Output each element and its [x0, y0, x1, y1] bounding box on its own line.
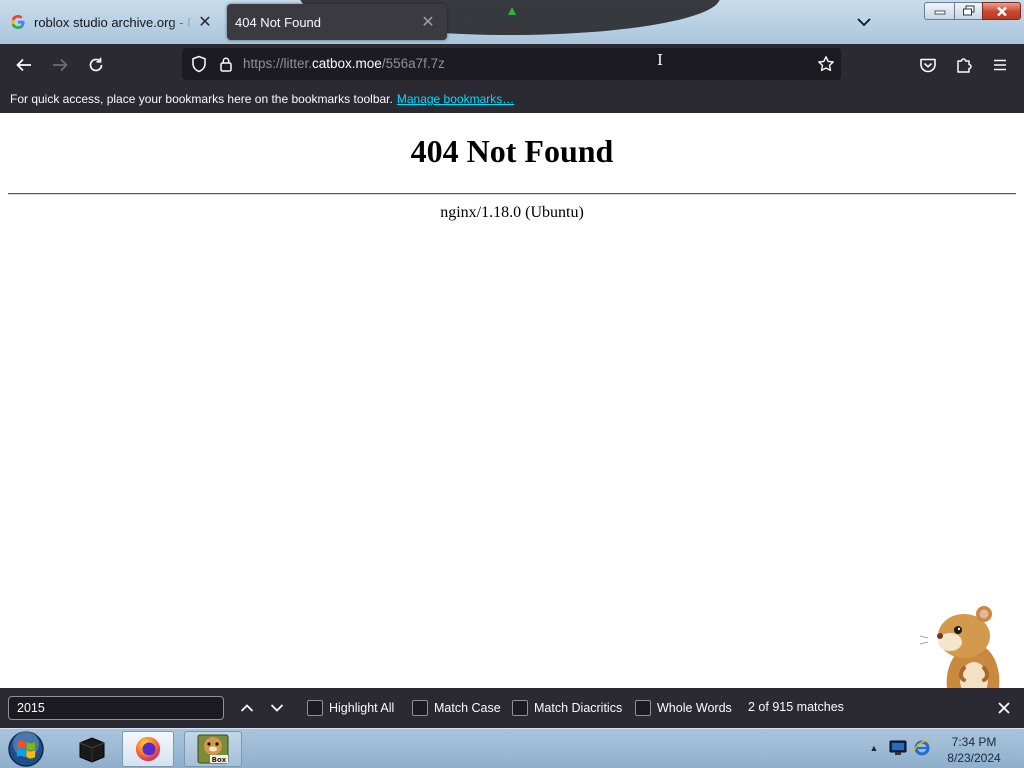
taskbar: Box ▲ 7:34 PM 8/23/2024 [0, 728, 1024, 768]
command-prompt-icon [79, 737, 105, 763]
whole-words-label: Whole Words [657, 701, 732, 715]
clock-date: 8/23/2024 [947, 751, 1001, 765]
lock-icon[interactable] [215, 53, 237, 75]
navigation-toolbar: https://litter.catbox.moe/556a7f.7z [0, 44, 1024, 85]
checkbox-box[interactable] [307, 700, 323, 716]
find-next-button[interactable] [264, 696, 290, 720]
clock-time: 7:34 PM [951, 735, 997, 749]
taskbar-firefox[interactable] [122, 731, 174, 767]
close-icon [996, 6, 1007, 16]
checkbox-box[interactable] [512, 700, 528, 716]
manage-bookmarks-link[interactable]: Manage bookmarks… [397, 92, 514, 106]
back-button[interactable] [9, 50, 39, 80]
save-to-pocket-button[interactable] [913, 50, 943, 80]
hamburger-menu-icon [994, 59, 1006, 71]
whole-words-checkbox[interactable]: Whole Words [635, 698, 732, 718]
address-bar[interactable]: https://litter.catbox.moe/556a7f.7z [182, 48, 841, 80]
arrow-left-icon [16, 58, 31, 72]
tab-close-icon[interactable]: ✕ [417, 11, 439, 33]
google-g-icon [10, 14, 26, 30]
match-diacritics-label: Match Diacritics [534, 701, 623, 715]
list-all-tabs-button[interactable] [852, 10, 876, 34]
puzzle-piece-icon [957, 58, 972, 73]
tab-title: 404 Not Found [235, 14, 322, 30]
forward-button[interactable] [45, 50, 75, 80]
chevron-down-icon [270, 704, 284, 712]
network-monitor-icon[interactable] [889, 740, 907, 756]
tab-strip: ▲ roblox studio archive.org - Пои ✕ 404 … [0, 0, 1024, 44]
tab-close-icon[interactable]: ✕ [194, 11, 216, 33]
url-text[interactable]: https://litter.catbox.moe/556a7f.7z [243, 56, 445, 71]
find-input[interactable]: 2015 [8, 696, 224, 720]
close-find-bar-button[interactable] [992, 696, 1016, 720]
start-button[interactable] [6, 730, 46, 768]
tab-title: roblox studio archive.org - Пои [34, 14, 194, 30]
find-bar: 2015 Highlight All Match Case Match Diac… [0, 688, 1024, 728]
reload-button[interactable] [81, 50, 111, 80]
tracking-protection-shield-icon[interactable] [188, 53, 210, 75]
find-previous-button[interactable] [234, 696, 260, 720]
show-hidden-icons-button[interactable]: ▲ [868, 741, 880, 755]
arrow-right-icon [53, 58, 68, 72]
minimize-icon [934, 10, 945, 15]
bookmarks-toolbar: For quick access, place your bookmarks h… [0, 85, 1024, 113]
match-diacritics-checkbox[interactable]: Match Diacritics [512, 698, 622, 718]
tab-separator [468, 14, 469, 30]
match-case-checkbox[interactable]: Match Case [412, 698, 501, 718]
taskbar-command-prompt[interactable] [66, 731, 118, 767]
highlight-all-checkbox[interactable]: Highlight All [307, 698, 394, 718]
box-app-icon: Box [197, 734, 229, 764]
url-host: catbox.moe [312, 56, 382, 71]
frame-decoration-glyph: ▲ [505, 2, 519, 18]
checkbox-box[interactable] [635, 700, 651, 716]
server-signature: nginx/1.18.0 (Ubuntu) [440, 204, 584, 221]
bookmark-star-icon[interactable] [815, 53, 837, 75]
page-title: 404 Not Found [410, 133, 614, 169]
url-prefix: https://litter. [243, 56, 313, 71]
open-menu-button[interactable] [985, 50, 1015, 80]
url-path: /556a7f.7z [381, 56, 445, 71]
restore-icon [962, 5, 974, 16]
chevron-down-icon [857, 18, 871, 27]
window-controls [924, 2, 1022, 21]
bookmarks-toolbar-message: For quick access, place your bookmarks h… [10, 92, 393, 106]
system-clock[interactable]: 7:34 PM 8/23/2024 [938, 734, 1010, 766]
match-case-label: Match Case [434, 701, 501, 715]
box-app-label: Box [212, 756, 227, 764]
text-cursor-icon: I [657, 51, 663, 69]
extensions-button[interactable] [949, 50, 979, 80]
taskbar-box-app[interactable]: Box [184, 731, 242, 767]
highlight-all-label: Highlight All [329, 701, 395, 715]
close-window-button[interactable] [982, 2, 1021, 20]
screen: ▲ roblox studio archive.org - Пои ✕ 404 … [0, 0, 1024, 768]
checkbox-box[interactable] [412, 700, 428, 716]
tab-roblox-archive[interactable]: roblox studio archive.org - Пои ✕ [2, 4, 224, 40]
pocket-icon [920, 58, 936, 73]
minimize-button[interactable] [924, 2, 955, 20]
horizontal-rule [8, 193, 1016, 195]
restore-button[interactable] [954, 2, 983, 20]
close-icon [998, 702, 1010, 714]
internet-explorer-icon[interactable] [913, 739, 931, 757]
find-match-count: 2 of 915 matches [748, 700, 844, 714]
chevron-up-icon [240, 704, 254, 712]
windows-start-orb-icon [8, 731, 44, 767]
page-content: 404 Not Found nginx/1.18.0 (Ubuntu) [0, 113, 1024, 688]
reload-icon [89, 57, 103, 72]
firefox-icon [136, 737, 160, 761]
tab-404-not-found[interactable]: 404 Not Found ✕ [227, 4, 447, 40]
